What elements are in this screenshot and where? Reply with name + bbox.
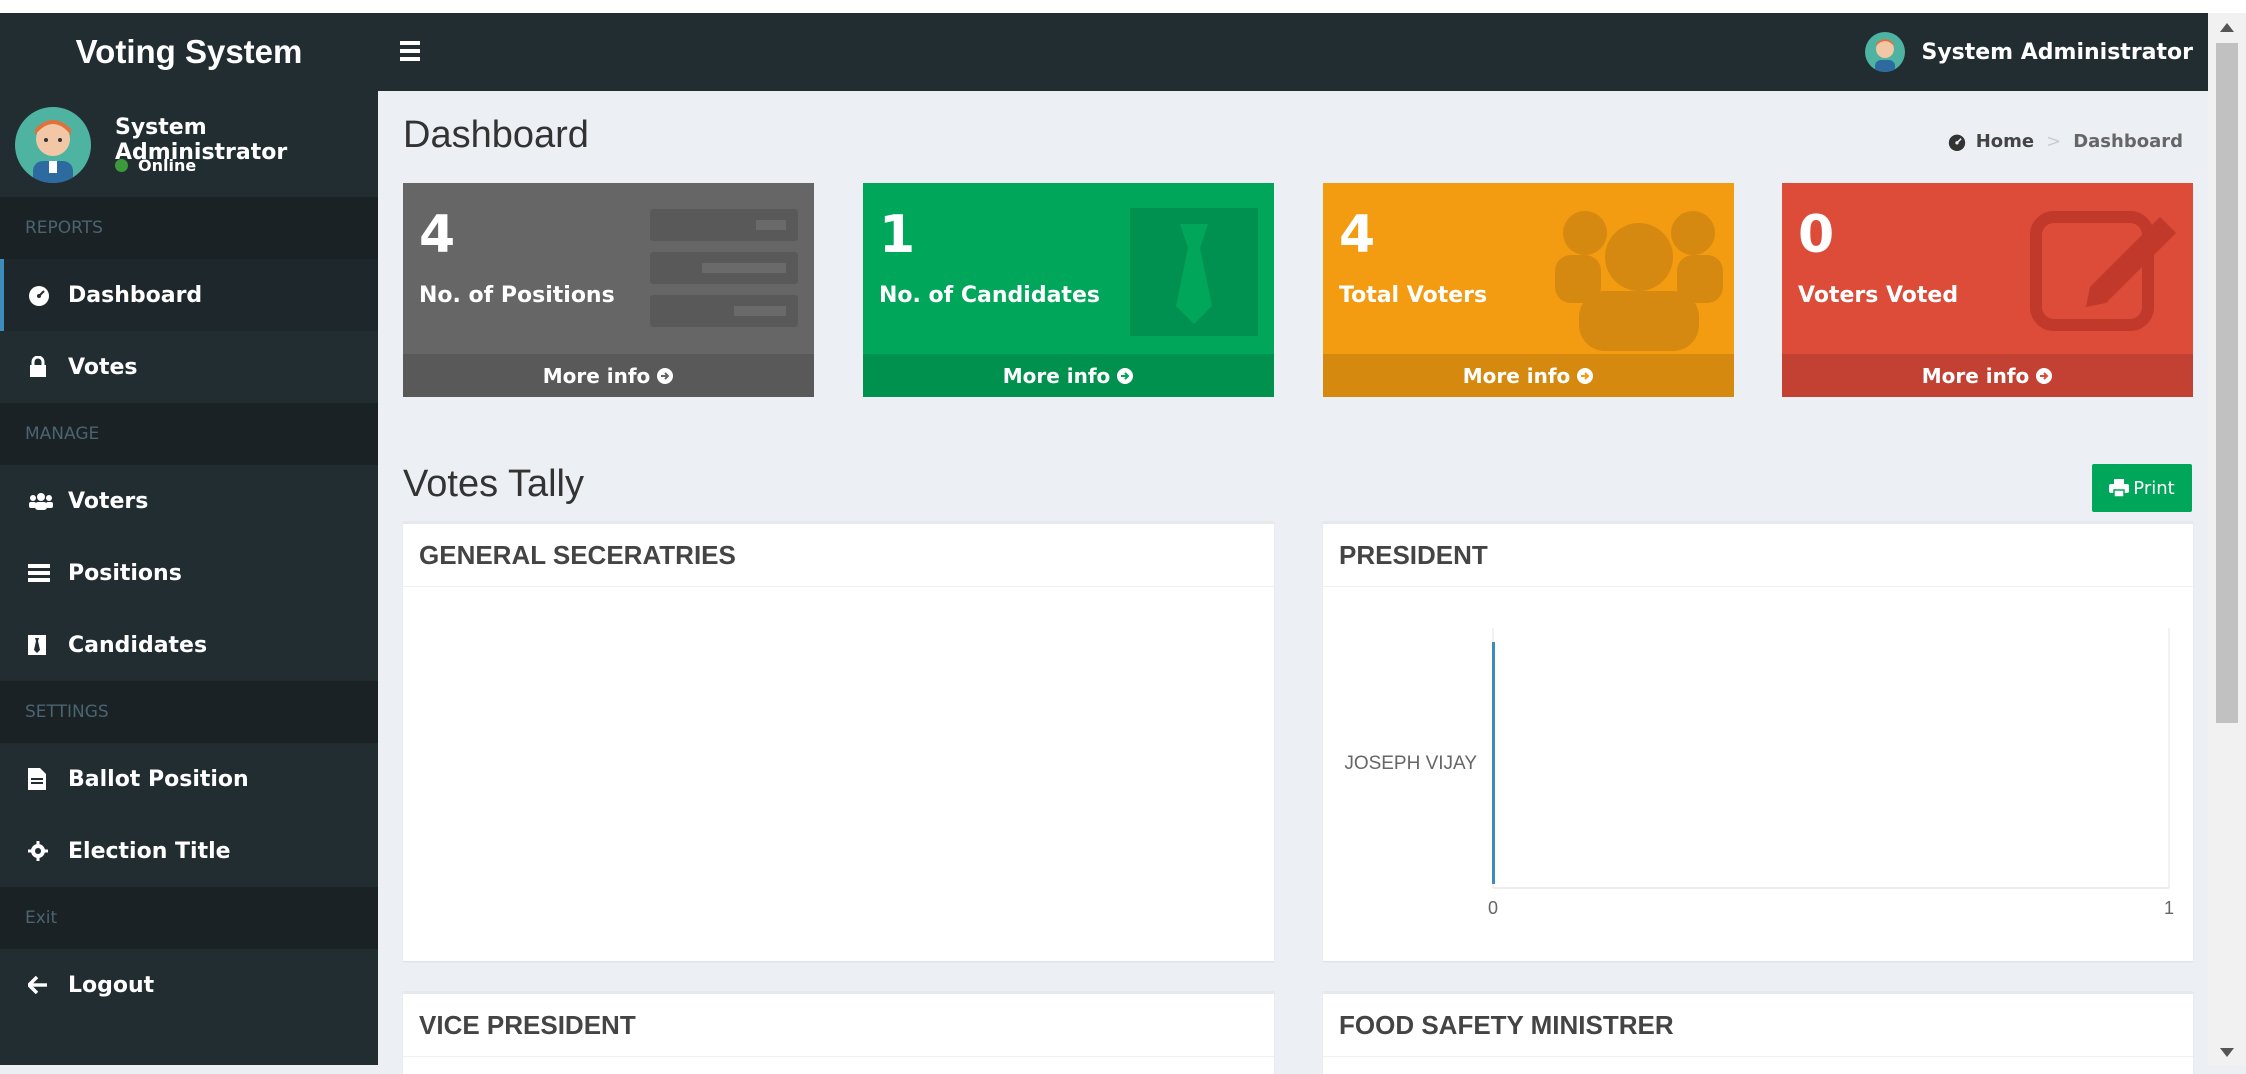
breadcrumb-separator: > bbox=[2046, 131, 2062, 152]
header-user-name: System Administrator bbox=[1921, 39, 2193, 65]
sidebar-item-label: Candidates bbox=[68, 632, 208, 658]
lock-icon bbox=[28, 356, 68, 378]
print-icon bbox=[2109, 479, 2130, 497]
sidebar-item-voters[interactable]: Voters bbox=[0, 465, 378, 537]
status-dot-icon bbox=[115, 159, 128, 172]
breadcrumb: Home > Dashboard bbox=[1948, 131, 2183, 152]
breadcrumb-home[interactable]: Home bbox=[1976, 131, 2034, 152]
sidebar-item-label: Logout bbox=[68, 972, 155, 998]
stat-label: Total Voters bbox=[1339, 283, 1488, 308]
panel-title: FOOD SAFETY MINISTRER bbox=[1323, 994, 2193, 1057]
page-title: Dashboard bbox=[403, 114, 589, 156]
page-scrollbar[interactable] bbox=[2208, 13, 2246, 1065]
stat-label: Voters Voted bbox=[1798, 283, 1959, 308]
scroll-down-icon[interactable] bbox=[2220, 1048, 2234, 1057]
section-manage: MANAGE bbox=[0, 403, 378, 465]
sidebar-item-logout[interactable]: Logout bbox=[0, 949, 378, 1021]
users-icon bbox=[1555, 195, 1723, 355]
online-status: Online bbox=[115, 156, 196, 175]
panel-title: PRESIDENT bbox=[1323, 524, 2193, 587]
tally-panel-food-safety-minister: FOOD SAFETY MINISTRER bbox=[1323, 991, 2193, 1074]
stat-label: No. of Candidates bbox=[879, 283, 1100, 308]
app-title: Voting System bbox=[75, 33, 303, 70]
sidebar-item-ballot-position[interactable]: Ballot Position bbox=[0, 743, 378, 815]
tally-panel-president: PRESIDENT JOSEPH VIJAY 0 1 bbox=[1323, 521, 2193, 961]
gear-icon bbox=[28, 841, 68, 861]
black-tie-icon bbox=[1130, 208, 1258, 340]
user-menu[interactable]: System Administrator bbox=[1865, 13, 2193, 91]
arrow-circle-right-icon bbox=[1576, 367, 1594, 385]
top-strip bbox=[0, 0, 2246, 13]
section-exit: Exit bbox=[0, 887, 378, 949]
users-icon bbox=[28, 491, 68, 511]
edit-icon bbox=[2030, 207, 2180, 335]
more-info-label: More info bbox=[1462, 363, 1571, 388]
sidebar-item-label: Dashboard bbox=[68, 282, 203, 308]
print-label: Print bbox=[2133, 477, 2175, 499]
x-tick-label: 1 bbox=[2164, 898, 2174, 918]
tasks-icon bbox=[650, 209, 798, 331]
stat-value: 0 bbox=[1798, 205, 1835, 265]
tally-panel-general-secretaries: GENERAL SECERATRIES bbox=[403, 521, 1274, 961]
more-info-label: More info bbox=[1921, 363, 2030, 388]
sidebar-item-dashboard[interactable]: Dashboard bbox=[0, 259, 378, 331]
sidebar-item-votes[interactable]: Votes bbox=[0, 331, 378, 403]
more-info-link[interactable]: More info bbox=[1323, 354, 1734, 397]
more-info-label: More info bbox=[1002, 363, 1111, 388]
more-info-link[interactable]: More info bbox=[1782, 354, 2193, 397]
y-tick-label: JOSEPH VIJAY bbox=[1344, 753, 1477, 774]
x-tick-label: 0 bbox=[1488, 898, 1498, 918]
stat-value: 1 bbox=[879, 205, 916, 265]
dashboard-icon bbox=[1948, 133, 1966, 151]
print-button[interactable]: Print bbox=[2092, 464, 2192, 512]
tasks-icon bbox=[28, 564, 68, 582]
section-title-votes-tally: Votes Tally bbox=[403, 463, 584, 505]
bar bbox=[1492, 642, 1495, 884]
app-logo[interactable]: Voting System bbox=[0, 13, 378, 91]
black-tie-icon bbox=[28, 635, 68, 655]
sidebar-item-label: Votes bbox=[68, 354, 138, 380]
scrollbar-thumb[interactable] bbox=[2216, 43, 2238, 723]
scroll-up-icon[interactable] bbox=[2220, 23, 2234, 32]
stat-value: 4 bbox=[1339, 205, 1376, 265]
file-text-icon bbox=[28, 768, 68, 790]
panel-title: VICE PRESIDENT bbox=[403, 994, 1274, 1057]
arrow-left-icon bbox=[28, 976, 68, 994]
sidebar-item-election-title[interactable]: Election Title bbox=[0, 815, 378, 887]
president-bar-chart: JOSEPH VIJAY 0 1 bbox=[1344, 628, 2174, 918]
avatar bbox=[1865, 32, 1906, 72]
stat-box-positions: 4 No. of Positions More info bbox=[403, 183, 814, 397]
breadcrumb-current: Dashboard bbox=[2073, 131, 2183, 152]
top-navbar: Voting System System Administrator bbox=[0, 13, 2208, 91]
stat-box-total-voters: 4 Total Voters More info bbox=[1323, 183, 1734, 397]
section-settings: SETTINGS bbox=[0, 681, 378, 743]
main-content: Dashboard Home > Dashboard 4 No. of Posi… bbox=[378, 91, 2208, 1074]
sidebar: System Administrator Online REPORTS Dash… bbox=[0, 91, 378, 1065]
arrow-circle-right-icon bbox=[656, 367, 674, 385]
sidebar-item-label: Positions bbox=[68, 560, 182, 586]
sidebar-item-positions[interactable]: Positions bbox=[0, 537, 378, 609]
arrow-circle-right-icon bbox=[1116, 367, 1134, 385]
dashboard-icon bbox=[28, 284, 68, 306]
arrow-circle-right-icon bbox=[2035, 367, 2053, 385]
stat-box-voters-voted: 0 Voters Voted More info bbox=[1782, 183, 2193, 397]
stat-value: 4 bbox=[419, 205, 456, 265]
avatar bbox=[15, 107, 91, 183]
tally-panel-vice-president: VICE PRESIDENT bbox=[403, 991, 1274, 1074]
more-info-link[interactable]: More info bbox=[863, 354, 1274, 397]
sidebar-item-label: Voters bbox=[68, 488, 149, 514]
more-info-label: More info bbox=[542, 363, 651, 388]
panel-title: GENERAL SECERATRIES bbox=[403, 524, 1274, 587]
menu-toggle-icon[interactable] bbox=[400, 37, 430, 67]
sidebar-item-candidates[interactable]: Candidates bbox=[0, 609, 378, 681]
sidebar-item-label: Election Title bbox=[68, 838, 231, 864]
sidebar-item-label: Ballot Position bbox=[68, 766, 249, 792]
user-panel: System Administrator Online bbox=[0, 91, 378, 197]
more-info-link[interactable]: More info bbox=[403, 354, 814, 397]
section-reports: REPORTS bbox=[0, 197, 378, 259]
status-label: Online bbox=[138, 156, 197, 175]
stat-label: No. of Positions bbox=[419, 283, 615, 308]
stat-box-candidates: 1 No. of Candidates More info bbox=[863, 183, 1274, 397]
